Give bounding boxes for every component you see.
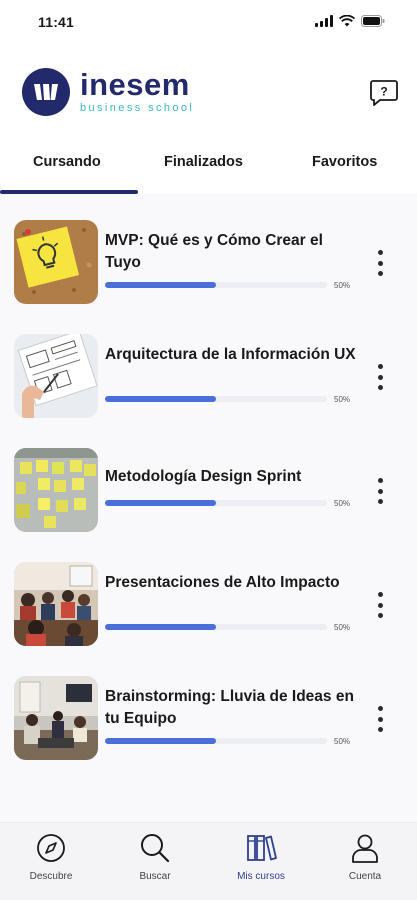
- tab-finalizados[interactable]: Finalizados: [164, 154, 243, 170]
- search-icon: [141, 834, 170, 863]
- tab-favoritos[interactable]: Favoritos: [312, 154, 377, 170]
- course-item[interactable]: Presentaciones de Alto Impacto 50%: [0, 562, 417, 652]
- nav-mis-cursos[interactable]: Mis cursos: [221, 831, 301, 882]
- progress-label: 50%: [334, 499, 351, 508]
- status-icons: [315, 15, 385, 27]
- progress-bar: [105, 738, 327, 744]
- more-options-button[interactable]: [372, 248, 388, 278]
- course-title: Arquitectura de la Información UX: [105, 346, 356, 363]
- svg-text:?: ?: [380, 85, 387, 99]
- course-item[interactable]: MVP: Qué es y Cómo Crear el Tuyo 50%: [0, 220, 417, 310]
- course-thumbnail: [14, 676, 98, 760]
- progress-bar: [105, 282, 327, 288]
- progress-fill: [105, 624, 216, 630]
- progress-label: 50%: [334, 623, 351, 632]
- progress-fill: [105, 500, 216, 506]
- nav-descubre[interactable]: Descubre: [11, 831, 91, 882]
- course-item[interactable]: Arquitectura de la Información UX 50%: [0, 334, 417, 424]
- battery-icon: [361, 15, 385, 27]
- more-options-button[interactable]: [372, 362, 388, 392]
- course-title: Brainstorming: Lluvia de Ideas en tu Equ…: [105, 688, 354, 727]
- wifi-icon: [339, 15, 355, 27]
- signal-icon: [315, 15, 333, 27]
- progress-bar: [105, 500, 327, 506]
- books-icon: [247, 835, 277, 861]
- progress-bar: [105, 624, 327, 630]
- progress-fill: [105, 282, 216, 288]
- course-item[interactable]: Brainstorming: Lluvia de Ideas en tu Equ…: [0, 676, 417, 766]
- course-thumbnail: [14, 562, 98, 646]
- tab-cursando[interactable]: Cursando: [33, 154, 101, 170]
- course-thumbnail: [14, 220, 98, 304]
- progress-bar: [105, 396, 327, 402]
- progress-label: 50%: [334, 281, 351, 290]
- brand-logo: inesem business school: [22, 68, 194, 116]
- course-title: Metodología Design Sprint: [105, 468, 302, 485]
- progress-label: 50%: [334, 737, 351, 746]
- logo-mark-icon: [22, 68, 70, 116]
- bottom-navigation: Descubre Buscar Mis cursos Cuenta: [0, 822, 417, 900]
- course-list: MVP: Qué es y Cómo Crear el Tuyo 50% Arq…: [0, 194, 417, 822]
- more-options-button[interactable]: [372, 590, 388, 620]
- status-time: 11:41: [38, 14, 75, 30]
- course-thumbnail: [14, 448, 98, 532]
- user-icon: [352, 834, 378, 863]
- nav-label: Buscar: [139, 871, 171, 882]
- more-options-button[interactable]: [372, 704, 388, 734]
- help-chat-icon: ?: [370, 80, 398, 106]
- more-options-button[interactable]: [372, 476, 388, 506]
- compass-icon: [37, 834, 65, 862]
- course-title: Presentaciones de Alto Impacto: [105, 574, 340, 591]
- help-button[interactable]: ?: [369, 78, 399, 108]
- nav-label: Descubre: [29, 871, 73, 882]
- app-header: inesem business school ?: [0, 46, 417, 134]
- course-title: MVP: Qué es y Cómo Crear el Tuyo: [105, 232, 323, 271]
- brand-tagline: business school: [80, 102, 195, 114]
- nav-label: Cuenta: [348, 871, 382, 882]
- progress-fill: [105, 396, 216, 402]
- brand-name: inesem: [80, 67, 190, 102]
- status-bar: 11:41: [0, 0, 417, 46]
- course-item[interactable]: Metodología Design Sprint 50%: [0, 448, 417, 538]
- course-tabs: Cursando Finalizados Favoritos: [0, 134, 417, 194]
- nav-cuenta[interactable]: Cuenta: [325, 831, 405, 882]
- progress-label: 50%: [334, 395, 351, 404]
- nav-buscar[interactable]: Buscar: [115, 831, 195, 882]
- progress-fill: [105, 738, 216, 744]
- nav-label: Mis cursos: [237, 871, 285, 882]
- course-thumbnail: [14, 334, 98, 418]
